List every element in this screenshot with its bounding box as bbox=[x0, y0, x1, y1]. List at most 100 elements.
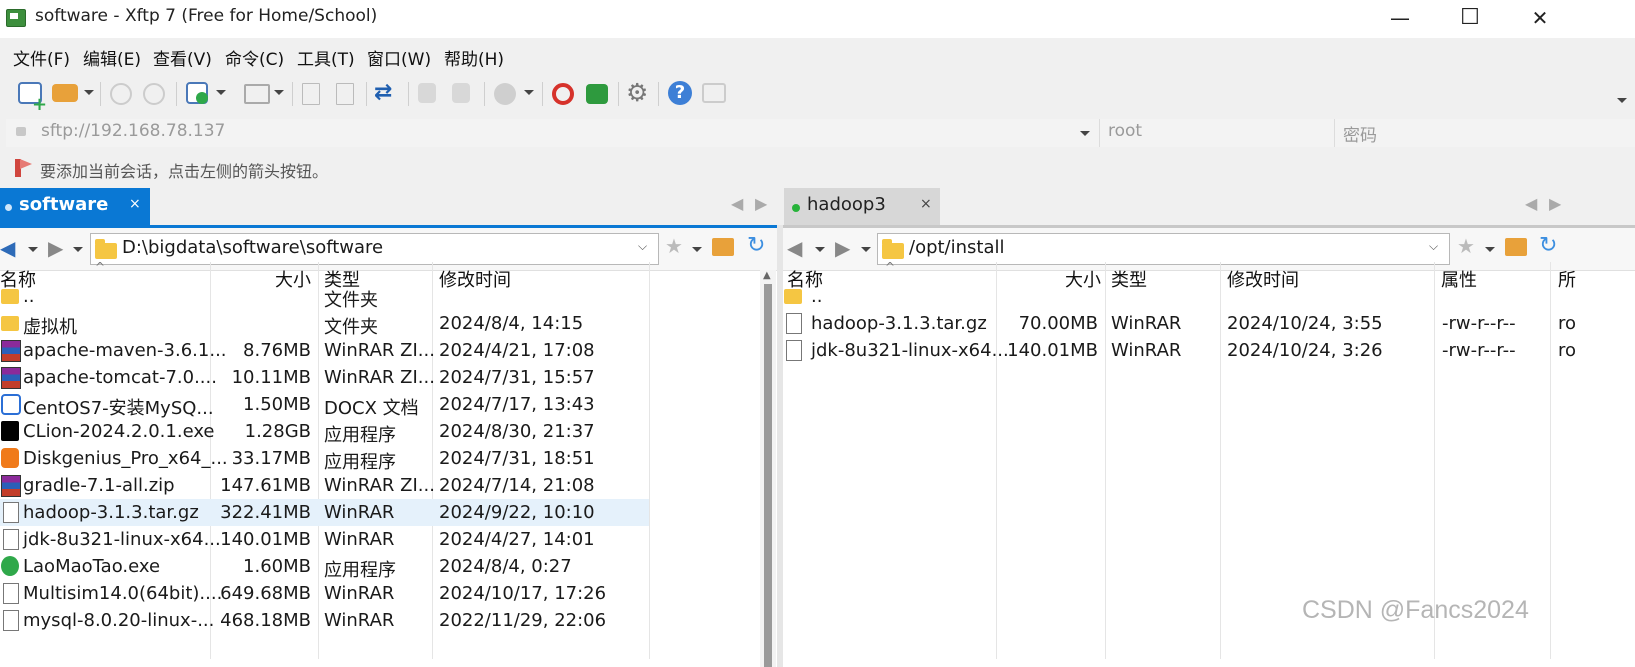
cell-modified: 2024/8/4, 0:27 bbox=[439, 556, 572, 577]
star-icon[interactable]: ★ bbox=[665, 234, 683, 258]
username-field[interactable]: root bbox=[1100, 119, 1335, 147]
tab-close-icon[interactable]: × bbox=[920, 196, 932, 212]
cell-name: 虚拟机 bbox=[23, 317, 77, 338]
home-folder-icon[interactable] bbox=[1505, 238, 1527, 256]
remote-path-input[interactable]: /opt/install ⌵ bbox=[877, 233, 1450, 265]
file-row[interactable]: .. bbox=[783, 283, 1635, 310]
bookmark-dropdown-icon[interactable] bbox=[692, 247, 702, 252]
password-field[interactable]: 密码 bbox=[1335, 119, 1635, 147]
open-dropdown-icon[interactable] bbox=[84, 90, 94, 95]
menu-command[interactable]: 命令(C) bbox=[225, 45, 284, 70]
stop-icon[interactable] bbox=[494, 83, 516, 105]
forward-arrow-icon[interactable]: ▶ bbox=[48, 236, 63, 260]
back-arrow-icon[interactable]: ◀ bbox=[787, 236, 802, 260]
close-window-button[interactable]: ✕ bbox=[1505, 0, 1575, 36]
file-row[interactable]: jdk-8u321-linux-x64... 140.01MB WinRAR 2024… bbox=[0, 526, 649, 553]
cell-modified: 2024/8/30, 21:37 bbox=[439, 421, 595, 442]
file-row[interactable]: apache-maven-3.6.1... 8.76MB WinRAR ZI... 2… bbox=[0, 337, 649, 364]
bookmark-dropdown-icon[interactable] bbox=[1485, 247, 1495, 252]
file-row[interactable]: LaoMaoTao.exe 1.60MB 应用程序 2024/8/4, 0:27 bbox=[0, 553, 649, 581]
local-path-value: D:\bigdata\software\software bbox=[122, 237, 384, 258]
winrar-archive-icon bbox=[1, 367, 21, 389]
paste-icon[interactable] bbox=[452, 83, 470, 103]
terminal-dropdown-icon[interactable] bbox=[274, 90, 284, 95]
upload-file-icon[interactable] bbox=[302, 83, 320, 105]
window-dropdown-icon[interactable] bbox=[216, 90, 226, 95]
file-row[interactable]: hadoop-3.1.3.tar.gz 70.00MB WinRAR 2024/10/… bbox=[783, 310, 1635, 337]
cell-name: gradle-7.1-all.zip bbox=[23, 475, 175, 496]
file-row[interactable]: 虚拟机 文件夹 2024/8/4, 14:15 bbox=[0, 310, 649, 338]
open-folder-icon[interactable] bbox=[52, 84, 78, 102]
path-dropdown-icon[interactable]: ⌵ bbox=[638, 239, 647, 254]
gear-icon[interactable]: ⚙ bbox=[626, 78, 648, 107]
tab-local-software[interactable]: software × bbox=[0, 188, 150, 228]
local-scrollbar[interactable]: ▲ bbox=[760, 270, 776, 667]
cell-type: WinRAR bbox=[324, 610, 395, 631]
tab-remote-hadoop3[interactable]: hadoop3 × bbox=[784, 188, 940, 228]
refresh-icon[interactable]: ↻ bbox=[1539, 233, 1557, 258]
menu-edit[interactable]: 编辑(E) bbox=[83, 45, 141, 70]
gear-badge-icon bbox=[196, 92, 208, 104]
cell-size: 322.41MB bbox=[220, 502, 311, 523]
scroll-tabs-right-icon[interactable]: ▶ bbox=[755, 194, 767, 213]
file-row[interactable]: apache-tomcat-7.0.... 10.11MB WinRAR ZI...… bbox=[0, 364, 649, 391]
file-row[interactable]: mysql-8.0.20-linux-... 468.18MB WinRAR 2022… bbox=[0, 607, 649, 634]
menu-view[interactable]: 查看(V) bbox=[153, 45, 212, 70]
help-icon[interactable]: ? bbox=[668, 81, 692, 105]
file-row[interactable]: .. 文件夹 bbox=[0, 283, 649, 311]
stop-dropdown-icon[interactable] bbox=[524, 90, 534, 95]
file-row[interactable]: CentOS7-安装MySQ... 1.50MB DOCX 文档 2024/7/17,… bbox=[0, 391, 649, 419]
scroll-up-icon[interactable]: ▲ bbox=[763, 270, 771, 281]
menu-help[interactable]: 帮助(H) bbox=[444, 45, 504, 70]
cell-size: 8.76MB bbox=[243, 340, 311, 361]
xftp-icon[interactable] bbox=[586, 84, 608, 104]
toolbar: + ⇄ ⚙ ? bbox=[0, 74, 1635, 115]
path-dropdown-icon[interactable]: ⌵ bbox=[1429, 239, 1438, 254]
file-row[interactable]: Diskgenius_Pro_x64_... 33.17MB 应用程序 2024/7/… bbox=[0, 445, 649, 473]
refresh-icon[interactable]: ↻ bbox=[747, 233, 765, 258]
back-arrow-icon[interactable]: ◀ bbox=[0, 236, 15, 260]
home-folder-icon[interactable] bbox=[712, 238, 734, 256]
cell-type: WinRAR ZI... bbox=[324, 367, 435, 388]
connect-icon[interactable] bbox=[110, 83, 132, 105]
host-url: sftp://192.168.78.137 bbox=[41, 121, 226, 141]
scroll-tabs-left-icon[interactable]: ◀ bbox=[731, 194, 743, 213]
tab-close-icon[interactable]: × bbox=[129, 196, 141, 212]
cell-size: 649.68MB bbox=[220, 583, 311, 604]
file-row[interactable]: jdk-8u321-linux-x64... 140.01MB WinRAR 2024… bbox=[783, 337, 1635, 364]
host-field[interactable]: sftp://192.168.78.137 bbox=[6, 119, 1100, 147]
copy-icon[interactable] bbox=[418, 83, 436, 103]
star-icon[interactable]: ★ bbox=[1457, 234, 1475, 258]
forward-dropdown-icon[interactable] bbox=[73, 247, 83, 252]
scroll-thumb[interactable] bbox=[764, 284, 772, 667]
forward-dropdown-icon[interactable] bbox=[861, 247, 871, 252]
cell-name: hadoop-3.1.3.tar.gz bbox=[811, 313, 987, 334]
menu-window[interactable]: 窗口(W) bbox=[367, 45, 431, 70]
maximize-button[interactable]: ☐ bbox=[1435, 0, 1505, 36]
tab-label: software bbox=[19, 194, 109, 215]
download-file-icon[interactable] bbox=[336, 83, 354, 105]
forward-arrow-icon[interactable]: ▶ bbox=[835, 236, 850, 260]
host-dropdown-icon[interactable] bbox=[1080, 131, 1090, 136]
chat-icon[interactable] bbox=[702, 83, 726, 103]
file-row[interactable]: CLion-2024.2.0.1.exe 1.28GB 应用程序 2024/8/30,… bbox=[0, 418, 649, 446]
document-icon bbox=[3, 583, 19, 604]
menu-tools[interactable]: 工具(T) bbox=[297, 45, 355, 70]
terminal-icon[interactable] bbox=[244, 84, 270, 104]
back-dropdown-icon[interactable] bbox=[28, 247, 38, 252]
cell-type: 应用程序 bbox=[324, 560, 396, 581]
disconnect-icon[interactable] bbox=[143, 83, 165, 105]
file-row[interactable]: gradle-7.1-all.zip 147.61MB WinRAR ZI... 20… bbox=[0, 472, 649, 499]
file-row[interactable]: Multisim14.0(64bit).... 649.68MB WinRAR 202… bbox=[0, 580, 649, 607]
scroll-tabs-left-icon[interactable]: ◀ bbox=[1525, 194, 1537, 213]
local-path-input[interactable]: D:\bigdata\software\software ⌵ bbox=[90, 233, 659, 265]
back-dropdown-icon[interactable] bbox=[815, 247, 825, 252]
transfer-arrows-icon[interactable]: ⇄ bbox=[374, 80, 392, 105]
minimize-button[interactable]: — bbox=[1365, 0, 1435, 36]
file-row[interactable]: hadoop-3.1.3.tar.gz 322.41MB WinRAR 2024/9/… bbox=[0, 499, 649, 526]
menu-file[interactable]: 文件(F) bbox=[13, 45, 70, 70]
scroll-tabs-right-icon[interactable]: ▶ bbox=[1549, 194, 1561, 213]
xshell-icon[interactable] bbox=[552, 83, 574, 105]
toolbar-overflow-icon[interactable] bbox=[1617, 98, 1627, 103]
winrar-archive-icon bbox=[1, 475, 21, 497]
